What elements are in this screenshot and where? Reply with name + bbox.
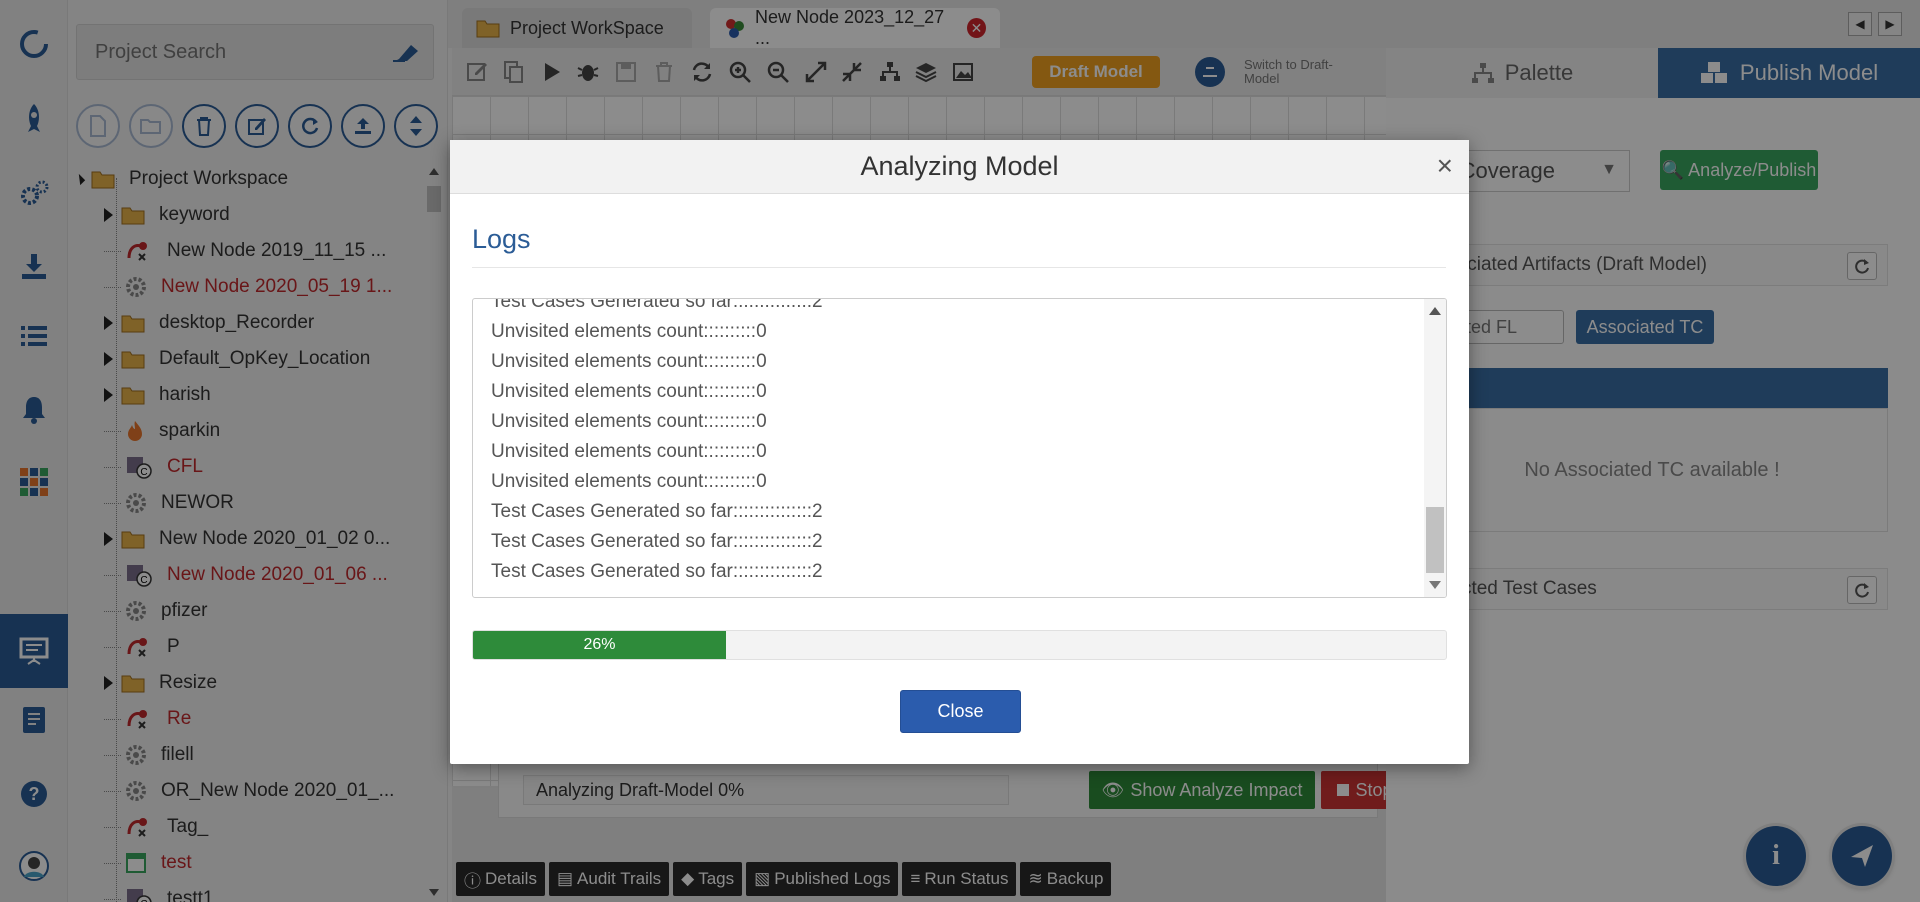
progress-fill: 26%: [473, 631, 726, 659]
log-line: Test Cases Generated so far:::::::::::::…: [491, 561, 823, 582]
scrollbar-thumb[interactable]: [1426, 507, 1444, 573]
scroll-down-icon[interactable]: [1429, 581, 1441, 589]
scroll-up-icon[interactable]: [1429, 307, 1441, 315]
log-output[interactable]: Test Cases Generated so far:::::::::::::…: [472, 298, 1447, 598]
analyze-progress-bar: 26%: [472, 630, 1447, 660]
close-button[interactable]: Close: [900, 690, 1021, 733]
log-line: Unvisited elements count::::::::::0: [491, 381, 767, 402]
logs-divider: [472, 267, 1446, 268]
log-line: Unvisited elements count::::::::::0: [491, 411, 767, 432]
log-line: Unvisited elements count::::::::::0: [491, 351, 767, 372]
log-scrollbar[interactable]: [1424, 299, 1446, 597]
log-line: Unvisited elements count::::::::::0: [491, 321, 767, 342]
analyzing-model-dialog: Analyzing Model × Logs Test Cases Genera…: [450, 140, 1469, 764]
log-lines: Test Cases Generated so far:::::::::::::…: [491, 298, 823, 587]
log-line: Test Cases Generated so far:::::::::::::…: [491, 501, 823, 522]
log-line: Unvisited elements count::::::::::0: [491, 441, 767, 462]
log-line: Test Cases Generated so far:::::::::::::…: [491, 298, 823, 312]
progress-label: 26%: [583, 636, 616, 653]
modal-title: Analyzing Model: [860, 151, 1059, 181]
close-icon[interactable]: ×: [1437, 152, 1453, 180]
logs-heading: Logs: [472, 224, 531, 254]
modal-header: Analyzing Model ×: [450, 140, 1469, 194]
log-line: Test Cases Generated so far:::::::::::::…: [491, 531, 823, 552]
log-line: Unvisited elements count::::::::::0: [491, 471, 767, 492]
